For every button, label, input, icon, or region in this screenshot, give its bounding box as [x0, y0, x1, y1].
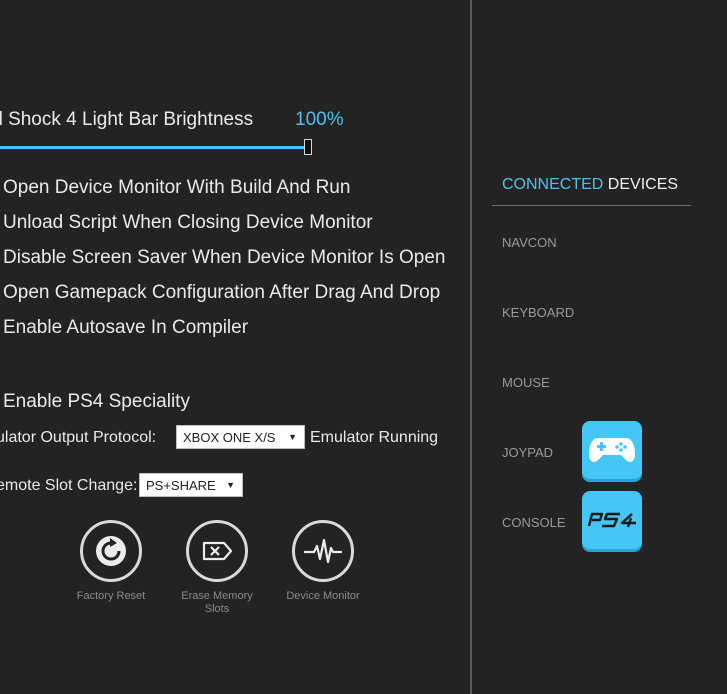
factory-reset-circle[interactable]: [80, 520, 142, 582]
option-disable-screen-saver[interactable]: Disable Screen Saver When Device Monitor…: [3, 247, 445, 269]
device-monitor-button[interactable]: Device Monitor: [277, 520, 369, 603]
settings-panel: al Shock 4 Light Bar Brightness 100% Ope…: [0, 0, 470, 694]
device-navcon: NAVCON: [502, 235, 557, 250]
connected-devices-panel: CONNECTED DEVICES NAVCON KEYBOARD MOUSE …: [472, 0, 727, 694]
device-monitor-circle[interactable]: [292, 520, 354, 582]
remote-slot-select[interactable]: PS+SHARE ▼: [139, 473, 243, 497]
reset-icon: [96, 536, 126, 566]
factory-reset-label: Factory Reset: [76, 590, 146, 602]
device-monitor-label: Device Monitor: [286, 590, 360, 602]
device-console: CONSOLE: [502, 515, 566, 530]
option-open-gamepack-config[interactable]: Open Gamepack Configuration After Drag A…: [3, 282, 440, 304]
option-enable-ps4-speciality[interactable]: Enable PS4 Speciality: [3, 391, 190, 413]
device-joypad: JOYPAD: [502, 445, 554, 460]
erase-icon: [202, 541, 233, 561]
option-open-device-monitor[interactable]: Open Device Monitor With Build And Run: [3, 177, 350, 199]
emulator-protocol-label: ulator Output Protocol:: [0, 429, 157, 446]
erase-memory-label-line1: Erase Memory: [181, 590, 253, 602]
brightness-slider-thumb[interactable]: [304, 139, 312, 155]
brightness-slider-track[interactable]: [0, 146, 308, 149]
chevron-down-icon: ▼: [288, 432, 297, 442]
brightness-value: 100%: [295, 109, 344, 130]
device-mouse: MOUSE: [502, 375, 550, 390]
connected-devices-title-part1: CONNECTED: [502, 176, 604, 193]
option-enable-autosave[interactable]: Enable Autosave In Compiler: [3, 317, 248, 339]
erase-memory-circle[interactable]: [186, 520, 248, 582]
remote-slot-label: emote Slot Change:: [0, 477, 138, 494]
chevron-down-icon: ▼: [226, 480, 235, 490]
ps4-logo-glyph: [587, 512, 636, 528]
connected-devices-title-part2: DEVICES: [607, 176, 679, 193]
gamepad-glyph: [589, 438, 635, 462]
title-underline: [492, 205, 691, 206]
emulator-protocol-select[interactable]: XBOX ONE X/S ▼: [176, 425, 305, 449]
erase-memory-label-line2: Slots: [204, 603, 230, 615]
brightness-label: al Shock 4 Light Bar Brightness: [0, 109, 254, 130]
ps4-logo-icon[interactable]: [582, 491, 642, 549]
emulator-status: Emulator Running: [310, 429, 439, 446]
option-unload-script[interactable]: Unload Script When Closing Device Monito…: [3, 212, 373, 234]
erase-memory-slots-button[interactable]: Erase Memory Slots: [171, 520, 263, 616]
factory-reset-button[interactable]: Factory Reset: [65, 520, 157, 603]
gamepad-icon[interactable]: [582, 421, 642, 479]
device-keyboard: KEYBOARD: [502, 305, 575, 320]
pulse-icon: [304, 538, 342, 564]
connected-devices-title: CONNECTED DEVICES: [502, 176, 678, 194]
remote-slot-value: PS+SHARE: [146, 477, 216, 493]
emulator-protocol-value: XBOX ONE X/S: [183, 429, 276, 445]
